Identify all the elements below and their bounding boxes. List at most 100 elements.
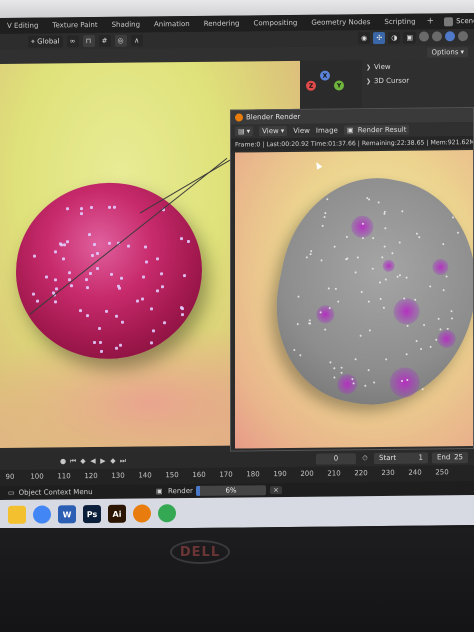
play-button[interactable]: ▶ <box>98 456 108 466</box>
tab-shading[interactable]: Shading <box>105 20 147 29</box>
photoshop-icon[interactable]: Ps <box>83 504 101 524</box>
ruler-tick-label: 190 <box>273 469 287 479</box>
snap-toggle-button[interactable]: ⊓ <box>82 35 95 48</box>
sugar-speck <box>86 314 90 318</box>
solid-shading-icon[interactable] <box>432 31 442 42</box>
sugar-speck <box>450 309 453 313</box>
gummy-sphere-object[interactable] <box>16 181 202 360</box>
sugar-speck <box>385 357 388 361</box>
overlay-toggle-button[interactable]: ◑ <box>388 31 401 44</box>
prev-keyframe-button[interactable]: ◆ <box>78 456 88 466</box>
menu-view[interactable]: View <box>293 127 310 135</box>
sugar-speck <box>142 275 146 279</box>
taskbar-app-glyph: W <box>62 509 72 519</box>
sugar-speck <box>333 375 336 379</box>
sugar-speck <box>144 260 148 264</box>
sugar-speck <box>127 244 131 248</box>
chrome-2-icon[interactable] <box>158 504 176 523</box>
stopwatch-icon[interactable]: ⏱ <box>360 453 370 463</box>
ruler-tick-label: 180 <box>246 470 260 479</box>
pivot-point-button[interactable]: ∞ <box>66 35 79 48</box>
gizmo-x-axis[interactable]: X <box>320 70 330 81</box>
tab-rendering[interactable]: Rendering <box>197 19 247 28</box>
ruler-tick-label: 220 <box>354 469 368 478</box>
sidebar-item-view[interactable]: ❯ View <box>362 59 474 74</box>
file-explorer-icon[interactable] <box>8 505 26 524</box>
start-frame-field[interactable]: Start 1 <box>374 452 428 464</box>
jump-end-button[interactable]: ⏭ <box>118 456 128 466</box>
tab-animation[interactable]: Animation <box>147 20 197 29</box>
editor-type-dropdown[interactable]: ▤ ▾ <box>235 126 254 137</box>
menu-image[interactable]: Image <box>316 126 338 134</box>
blender-icon[interactable] <box>133 504 151 523</box>
navigation-gizmo[interactable]: Z X Y <box>306 70 358 101</box>
sugar-speck <box>406 325 409 328</box>
tab-geometry-nodes[interactable]: Geometry Nodes <box>304 18 377 27</box>
end-frame-field[interactable]: End 25 <box>432 451 468 463</box>
gizmo-y-axis[interactable]: Y <box>334 80 344 91</box>
sugar-speck <box>180 236 184 240</box>
gizmo-icon: ✣ <box>376 33 383 43</box>
xray-toggle-button[interactable]: ▣ <box>403 31 416 44</box>
scene-selector[interactable]: Scene <box>438 16 474 26</box>
wireframe-shading-icon[interactable] <box>419 31 429 42</box>
sugar-speck <box>367 198 371 201</box>
chrome-icon[interactable] <box>33 505 51 524</box>
illustrator-icon[interactable]: Ai <box>108 504 126 523</box>
sugar-speck <box>435 338 438 341</box>
render-icon: ▣ <box>156 487 163 496</box>
render-window[interactable]: Blender Render ▤ ▾ View ▾ View Image ▣ Ren… <box>230 107 474 452</box>
tab-scripting[interactable]: Scripting <box>377 18 422 26</box>
cancel-render-button[interactable]: × <box>270 486 282 495</box>
tab-texture-paint[interactable]: Texture Paint <box>45 21 104 30</box>
gizmo-z-axis[interactable]: Z <box>306 80 316 91</box>
chevron-right-icon: ❯ <box>366 63 372 71</box>
purple-speckle <box>431 257 450 277</box>
word-icon[interactable]: W <box>58 505 76 524</box>
sugar-speck <box>422 323 426 326</box>
keyframe-dot-icon[interactable]: ● <box>58 456 68 466</box>
sugar-speck <box>32 292 36 296</box>
add-workspace-button[interactable]: + <box>423 16 439 26</box>
sugar-speck <box>400 210 404 213</box>
next-keyframe-button[interactable]: ◆ <box>108 456 118 466</box>
gizmo-z-label: Z <box>308 82 314 90</box>
sugar-speck <box>442 242 445 246</box>
sugar-speck <box>337 300 340 304</box>
tab-compositing[interactable]: Compositing <box>246 19 304 28</box>
purple-speckle <box>349 213 376 240</box>
material-preview-shading-icon[interactable] <box>445 31 455 42</box>
sugar-speck <box>36 299 40 303</box>
rendered-shading-icon[interactable] <box>458 31 468 42</box>
sugar-speck <box>183 273 187 277</box>
sugar-speck <box>321 224 324 228</box>
gizmo-toggle-button[interactable]: ✣ <box>373 31 386 45</box>
jump-start-button[interactable]: ⏮ <box>68 456 78 466</box>
play-reverse-button[interactable]: ◀ <box>88 456 98 466</box>
view-mode-dropdown[interactable]: View ▾ <box>259 125 288 137</box>
sugar-speck <box>135 299 139 303</box>
sidebar-item-3d-cursor[interactable]: ❯ 3D Cursor <box>362 73 474 88</box>
sugar-speck <box>329 361 332 364</box>
sugar-speck <box>383 306 386 309</box>
proportional-falloff-button[interactable]: ∧ <box>130 34 143 47</box>
ruler-tick-label: 110 <box>57 472 71 481</box>
snap-target-button[interactable]: # <box>98 34 111 47</box>
sugar-speck <box>306 256 309 259</box>
ruler-tick-label: 200 <box>300 469 314 478</box>
sugar-speck <box>65 240 69 244</box>
image-icon: ▣ <box>346 126 356 135</box>
tab-uv-editing[interactable]: V Editing <box>0 22 45 30</box>
sugar-speck <box>53 250 57 254</box>
current-frame-field[interactable]: 0 <box>316 452 356 465</box>
options-label: Options <box>431 48 459 57</box>
render-result-image[interactable] <box>235 150 473 449</box>
proportional-edit-button[interactable]: ◎ <box>114 34 127 47</box>
render-result-label: Render Result <box>357 125 407 135</box>
sugar-speck <box>80 207 84 211</box>
transform-orientation-dropdown[interactable]: ⌖ Global <box>28 35 63 48</box>
visibility-button[interactable]: ◉ <box>358 32 371 45</box>
options-dropdown[interactable]: Options ▾ <box>427 47 468 58</box>
purple-speckle <box>390 295 422 327</box>
render-result-dropdown[interactable]: ▣ Render Result <box>343 124 410 136</box>
